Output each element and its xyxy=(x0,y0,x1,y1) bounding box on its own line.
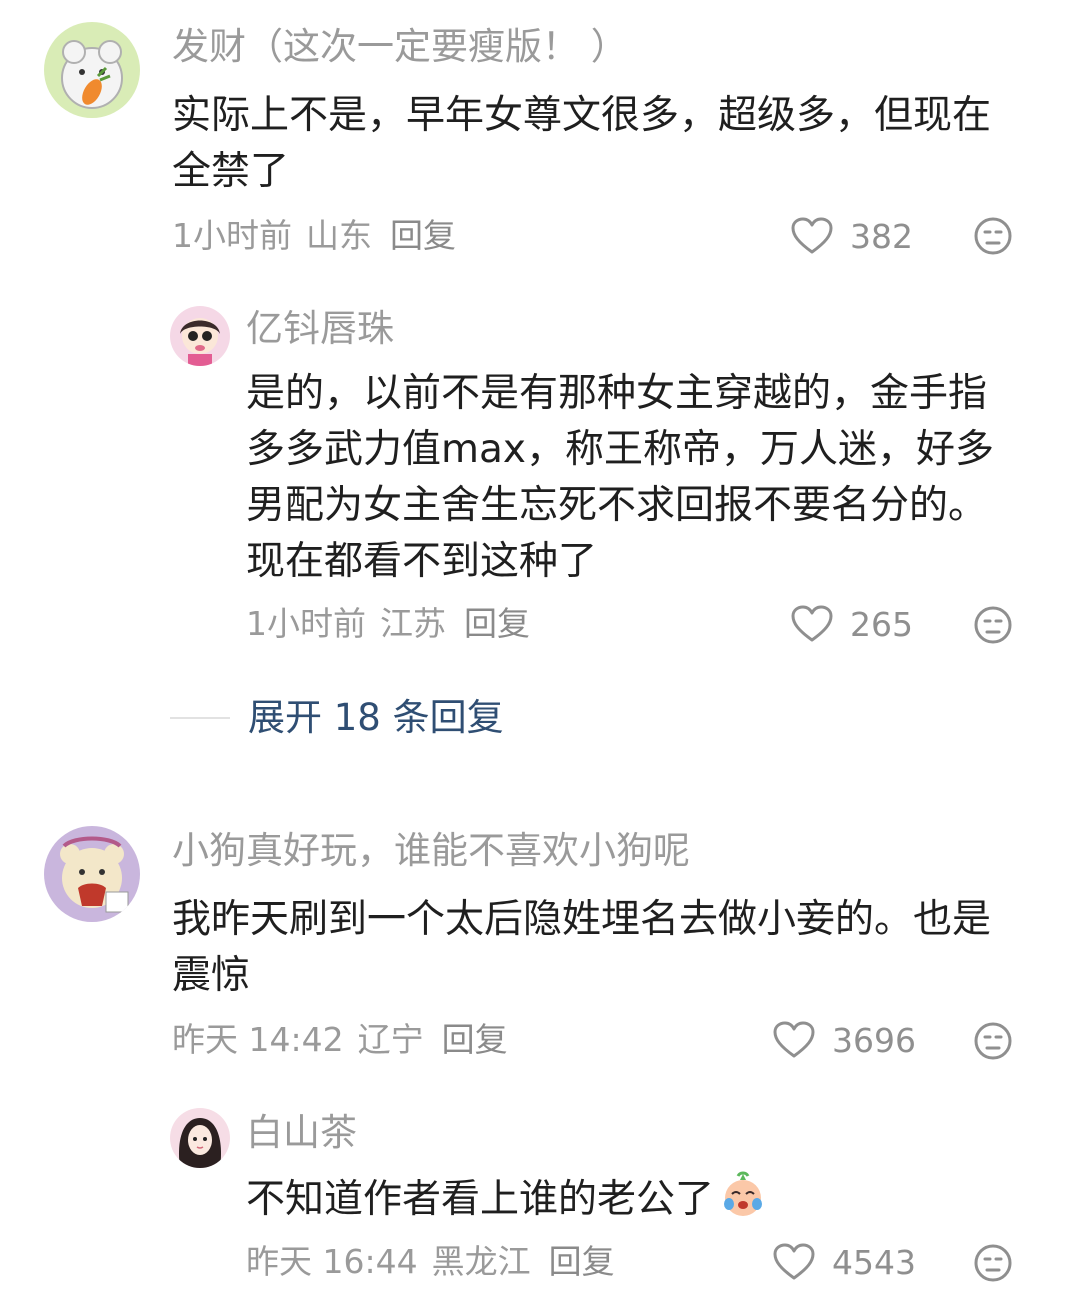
comment-username[interactable]: 发财（这次一定要瘦版！ ） xyxy=(172,24,628,70)
comment-meta: 昨天 16:44 黑龙江 回复 xyxy=(246,1242,629,1282)
comment-username[interactable]: 白山茶 xyxy=(246,1110,357,1156)
comment-location: 江苏 xyxy=(380,604,446,643)
comment-time: 昨天 14:42 xyxy=(172,1020,344,1059)
reply-button[interactable]: 回复 xyxy=(464,604,530,643)
like-count: 4543 xyxy=(832,1242,916,1282)
comment-meta: 1小时前 山东 回复 xyxy=(172,216,470,256)
comment-location: 辽宁 xyxy=(357,1020,424,1059)
comment-time: 昨天 16:44 xyxy=(246,1242,418,1281)
avatar[interactable] xyxy=(170,306,230,366)
comment-text: 是的，以前不是有那种女主穿越的，金手指多多武力值max，称王称帝，万人迷，好多男… xyxy=(246,371,994,584)
unhappy-face-icon[interactable] xyxy=(973,1243,1013,1283)
like-count: 382 xyxy=(850,216,913,256)
heart-outline-icon xyxy=(791,605,833,642)
crying-face-emoji xyxy=(724,1171,763,1216)
comment-location: 黑龙江 xyxy=(431,1242,531,1281)
unhappy-face-icon[interactable] xyxy=(973,1021,1013,1061)
like-button[interactable]: 3696 xyxy=(772,1018,916,1062)
comment-username[interactable]: 小狗真好玩，谁能不喜欢小狗呢 xyxy=(172,828,690,874)
like-button[interactable]: 265 xyxy=(790,602,913,646)
comment-location: 山东 xyxy=(306,216,372,255)
like-count: 265 xyxy=(850,604,913,644)
comment-username[interactable]: 亿钭唇珠 xyxy=(246,306,394,352)
avatar[interactable] xyxy=(170,1108,230,1168)
comment-text: 实际上不是，早年女尊文很多，超级多，但现在全禁了 xyxy=(172,93,992,194)
comment-time: 1小时前 xyxy=(172,216,292,255)
reply-button[interactable]: 回复 xyxy=(549,1242,615,1281)
like-button[interactable]: 4543 xyxy=(772,1240,916,1284)
comment-meta: 昨天 14:42 辽宁 回复 xyxy=(172,1020,522,1060)
heart-outline-icon xyxy=(791,217,833,254)
reply-button[interactable]: 回复 xyxy=(390,216,456,255)
comment-meta: 1小时前 江苏 回复 xyxy=(246,604,544,644)
comment-text: 我昨天刷到一个太后隐姓埋名去做小妾的。也是震惊 xyxy=(172,897,992,998)
expand-replies-button[interactable]: 展开 18 条回复 xyxy=(170,695,504,741)
heart-outline-icon xyxy=(773,1021,815,1058)
comment-text-body: 不知道作者看上谁的老公了 xyxy=(246,1177,715,1222)
comment-text: 不知道作者看上谁的老公了 xyxy=(246,1170,1016,1228)
heart-outline-icon xyxy=(773,1243,815,1280)
divider xyxy=(170,717,230,719)
expand-replies-label: 展开 18 条回复 xyxy=(248,696,504,739)
like-count: 3696 xyxy=(832,1020,916,1060)
reply-button[interactable]: 回复 xyxy=(442,1020,508,1059)
like-button[interactable]: 382 xyxy=(790,214,913,258)
avatar[interactable] xyxy=(44,826,140,922)
comment-time: 1小时前 xyxy=(246,604,366,643)
avatar[interactable] xyxy=(44,22,140,118)
unhappy-face-icon[interactable] xyxy=(973,216,1013,256)
unhappy-face-icon[interactable] xyxy=(973,605,1013,645)
